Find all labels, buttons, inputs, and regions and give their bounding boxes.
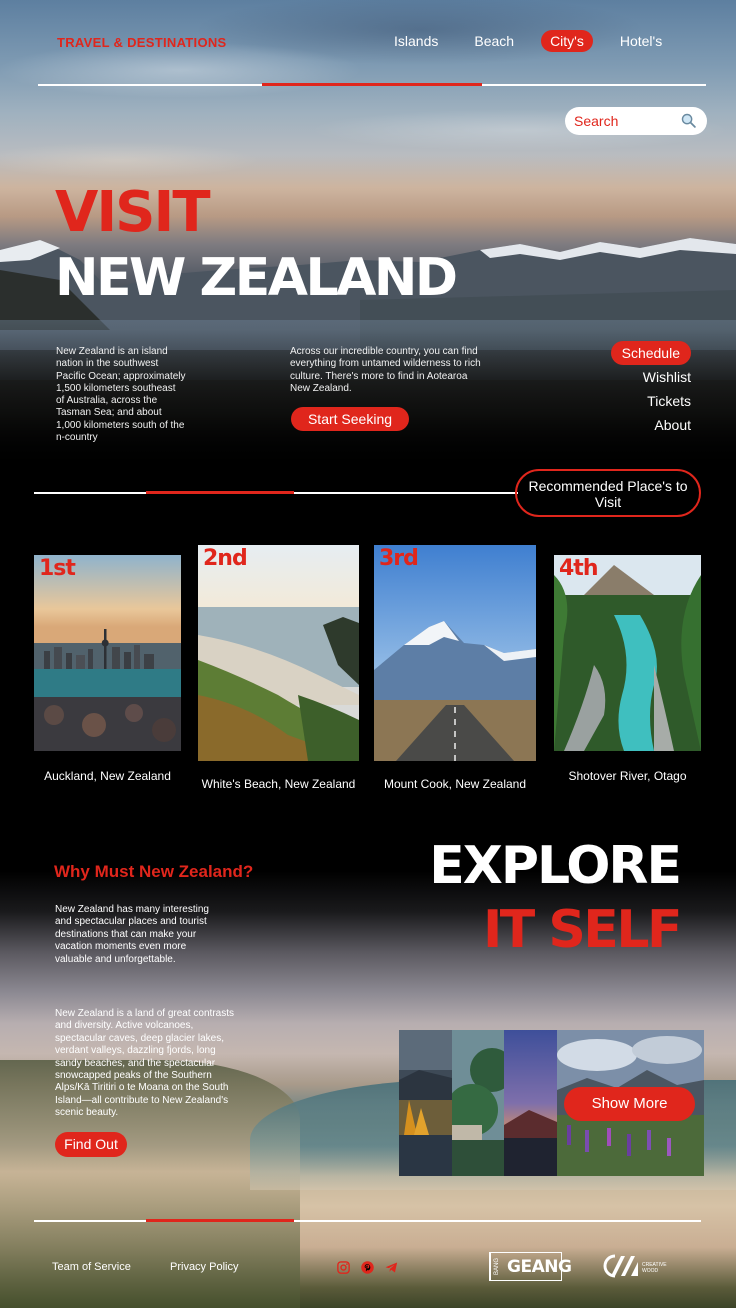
search-icon[interactable] xyxy=(680,112,697,129)
hero-description-text: Across our incredible country, you can f… xyxy=(290,346,481,394)
nav-item-islands[interactable]: Islands xyxy=(385,30,447,52)
card-caption: Auckland, New Zealand xyxy=(44,769,171,783)
hero-title-visit: VISIT xyxy=(55,180,211,245)
show-more-button[interactable]: Show More xyxy=(564,1087,695,1121)
explore-title: EXPLORE xyxy=(429,836,682,896)
bang-geang-logo: BANG GEANG xyxy=(489,1252,572,1281)
auckland-image xyxy=(34,555,181,751)
card-caption: Mount Cook, New Zealand xyxy=(383,777,527,791)
terms-link[interactable]: Team of Service xyxy=(52,1261,131,1273)
hero-title-new-zealand: NEW ZEALAND xyxy=(55,248,458,308)
header-divider-accent xyxy=(262,83,482,86)
side-menu-about[interactable]: About xyxy=(611,413,691,437)
instagram-icon[interactable] xyxy=(336,1260,351,1275)
side-menu: Schedule Wishlist Tickets About xyxy=(610,341,691,437)
recommended-places-label[interactable]: Recommended Place's to Visit xyxy=(515,469,701,517)
side-menu-wishlist[interactable]: Wishlist xyxy=(611,365,691,389)
card-caption: Shotover River, Otago xyxy=(568,769,687,783)
itself-title: IT SELF xyxy=(482,900,683,960)
why-title: Why Must New Zealand? xyxy=(54,862,254,881)
whites-beach-image xyxy=(198,545,359,761)
brand-logo[interactable]: TRAVEL & DESTINATIONS xyxy=(57,35,227,50)
search-input[interactable] xyxy=(574,113,679,129)
footer-divider xyxy=(34,1220,701,1222)
card-rank: 2nd xyxy=(203,546,248,571)
card-shotover-river[interactable]: 4th xyxy=(554,555,701,751)
why-text-2: New Zealand is a land of great contrasts… xyxy=(55,1008,234,1119)
nav-item-citys[interactable]: City's xyxy=(541,30,593,52)
bang-geang-logo-small: BANG xyxy=(490,1253,504,1280)
mount-cook-image xyxy=(374,545,536,761)
bang-geang-logo-text: GEANG xyxy=(507,1256,572,1277)
creative-wood-logo-text: CREATIVE WOOD xyxy=(642,1262,667,1274)
shotover-river-image xyxy=(554,555,701,751)
hero-intro-text: New Zealand is an island nation in the s… xyxy=(56,346,186,444)
card-rank: 3rd xyxy=(379,546,419,571)
telegram-icon[interactable] xyxy=(384,1260,399,1275)
gallery-panel-forest xyxy=(452,1030,504,1176)
top-nav: Islands Beach City's Hotel's xyxy=(385,30,671,52)
card-mount-cook[interactable]: 3rd xyxy=(374,545,536,761)
card-rank: 4th xyxy=(559,556,598,581)
nav-item-beach[interactable]: Beach xyxy=(465,30,523,52)
card-caption: White's Beach, New Zealand xyxy=(201,777,356,791)
card-whites-beach[interactable]: 2nd xyxy=(198,545,359,761)
gallery-panel-autumn-lake xyxy=(399,1030,452,1176)
footer-divider-accent xyxy=(146,1219,294,1222)
search-bar xyxy=(565,107,707,135)
recommended-divider-accent xyxy=(146,491,294,494)
find-out-button[interactable]: Find Out xyxy=(55,1132,127,1157)
privacy-link[interactable]: Privacy Policy xyxy=(170,1261,238,1273)
start-seeking-button[interactable]: Start Seeking xyxy=(291,407,409,431)
card-rank: 1st xyxy=(39,556,76,581)
why-text-1: New Zealand has many interesting and spe… xyxy=(55,904,209,965)
pinterest-icon[interactable] xyxy=(360,1260,375,1275)
card-auckland[interactable]: 1st xyxy=(34,555,181,751)
side-menu-schedule-label: Schedule xyxy=(610,341,691,365)
nav-item-hotels[interactable]: Hotel's xyxy=(611,30,671,52)
gallery-panel-sunset-lake xyxy=(504,1030,557,1176)
side-menu-tickets[interactable]: Tickets xyxy=(611,389,691,413)
side-menu-schedule[interactable]: Schedule xyxy=(610,341,691,365)
